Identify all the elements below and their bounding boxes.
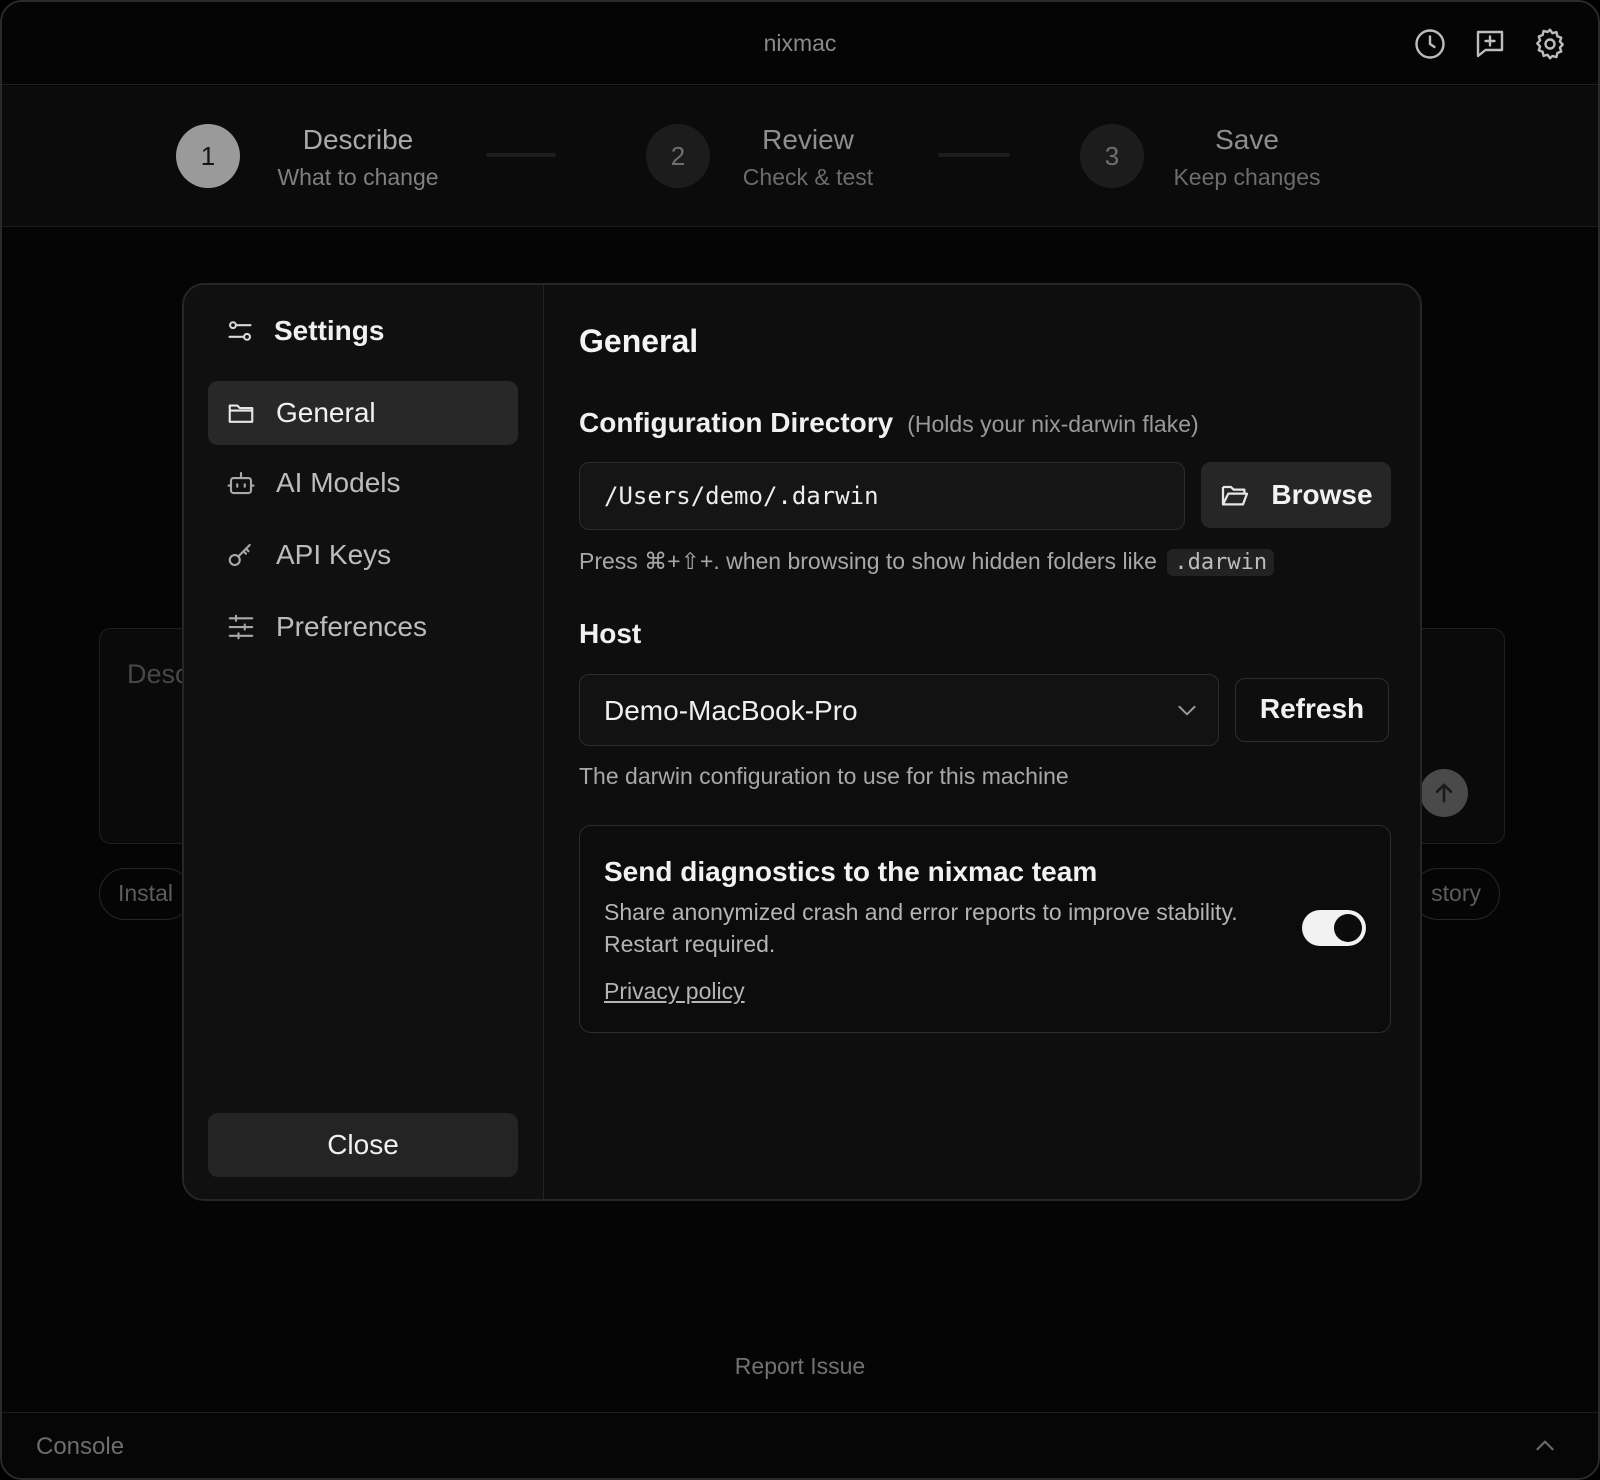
title-bar-actions bbox=[1412, 26, 1568, 62]
sidebar-item-label: Preferences bbox=[276, 611, 427, 642]
hint-code: .darwin bbox=[1167, 549, 1275, 576]
step-review[interactable]: 2 Review Check & test bbox=[646, 124, 906, 190]
diagnostics-card: Send diagnostics to the nixmac team Shar… bbox=[579, 825, 1391, 1033]
step-describe[interactable]: 1 Describe What to change bbox=[176, 124, 476, 190]
diagnostics-description: Share anonymized crash and error reports… bbox=[604, 899, 1238, 957]
prompt-placeholder: Desc bbox=[127, 659, 189, 689]
new-chat-icon[interactable] bbox=[1472, 26, 1508, 62]
step-title: Save bbox=[1215, 124, 1279, 155]
console-bar[interactable]: Console bbox=[2, 1412, 1598, 1478]
history-icon[interactable] bbox=[1412, 26, 1448, 62]
folder-open-icon bbox=[1219, 479, 1251, 511]
report-issue-link[interactable]: Report Issue bbox=[2, 1353, 1598, 1380]
privacy-policy-link[interactable]: Privacy policy bbox=[604, 978, 745, 1005]
sliders-icon bbox=[226, 612, 256, 642]
host-selected-value: Demo-MacBook-Pro bbox=[604, 695, 858, 726]
sidebar-item-ai-models[interactable]: AI Models bbox=[208, 451, 518, 515]
app-title: nixmac bbox=[763, 30, 837, 56]
robot-icon bbox=[226, 468, 256, 498]
title-bar: nixmac bbox=[2, 2, 1598, 85]
config-dir-input[interactable]: /Users/demo/.darwin bbox=[579, 462, 1185, 530]
step-title: Describe bbox=[302, 124, 414, 155]
sidebar-item-label: General bbox=[276, 397, 376, 428]
settings-header: Settings bbox=[226, 315, 384, 347]
stepper: 1 Describe What to change 2 Review Check… bbox=[2, 86, 1598, 227]
step-subtitle: Keep changes bbox=[1173, 164, 1321, 190]
folder-icon bbox=[226, 398, 256, 428]
app-window: nixmac 1 Describe What to change 2 Revie… bbox=[0, 0, 1600, 1480]
host-label: Host bbox=[579, 618, 642, 649]
general-panel: General Configuration Directory (Holds yo… bbox=[545, 285, 1420, 1199]
diagnostics-title: Send diagnostics to the nixmac team bbox=[604, 856, 1098, 887]
step-number: 3 bbox=[1080, 124, 1144, 188]
sidebar-item-label: AI Models bbox=[276, 467, 401, 498]
diagnostics-toggle[interactable] bbox=[1302, 910, 1366, 946]
hidden-folders-hint: Press ⌘+⇧+. when browsing to show hidden… bbox=[579, 548, 1275, 576]
gear-icon[interactable] bbox=[1532, 26, 1568, 62]
chevron-up-icon[interactable] bbox=[1532, 1433, 1558, 1459]
hint-text: Press ⌘+⇧+. when browsing to show hidden… bbox=[579, 548, 1157, 574]
host-hint: The darwin configuration to use for this… bbox=[579, 763, 1069, 789]
chevron-down-icon bbox=[1174, 697, 1200, 723]
step-save[interactable]: 3 Save Keep changes bbox=[1080, 124, 1360, 190]
sidebar-item-general[interactable]: General bbox=[208, 381, 518, 445]
key-icon bbox=[226, 540, 256, 570]
toggle-knob bbox=[1334, 914, 1362, 942]
config-dir-note: (Holds your nix-darwin flake) bbox=[907, 411, 1199, 437]
config-dir-label: Configuration Directory bbox=[579, 407, 894, 438]
config-dir-label-row: Configuration Directory (Holds your nix-d… bbox=[579, 407, 1199, 439]
sidebar-item-preferences[interactable]: Preferences bbox=[208, 595, 518, 659]
step-title: Review bbox=[762, 124, 854, 155]
refresh-button[interactable]: Refresh bbox=[1235, 678, 1389, 742]
step-connector bbox=[486, 153, 556, 157]
settings-modal: Settings General AI Models API Keys Pref… bbox=[182, 283, 1422, 1201]
close-button[interactable]: Close bbox=[208, 1113, 518, 1177]
host-select[interactable]: Demo-MacBook-Pro bbox=[579, 674, 1219, 746]
console-label: Console bbox=[36, 1433, 125, 1460]
step-subtitle: What to change bbox=[277, 164, 439, 190]
settings-toggles-icon bbox=[226, 317, 254, 345]
sidebar-item-api-keys[interactable]: API Keys bbox=[208, 523, 518, 587]
browse-label: Browse bbox=[1271, 479, 1373, 510]
panel-title: General bbox=[579, 323, 699, 359]
browse-button[interactable]: Browse bbox=[1201, 462, 1391, 528]
settings-sidebar: Settings General AI Models API Keys Pref… bbox=[184, 285, 544, 1199]
sidebar-item-label: API Keys bbox=[276, 539, 392, 570]
step-connector bbox=[938, 153, 1010, 157]
step-number: 2 bbox=[646, 124, 710, 188]
arrow-up-icon bbox=[1435, 783, 1453, 803]
step-number: 1 bbox=[176, 124, 240, 188]
send-button[interactable] bbox=[1420, 769, 1468, 817]
step-subtitle: Check & test bbox=[742, 164, 874, 190]
settings-title: Settings bbox=[274, 315, 385, 346]
suggestion-chip-install[interactable]: Instal bbox=[99, 868, 192, 920]
suggestion-chip-history[interactable]: story bbox=[1412, 868, 1500, 920]
